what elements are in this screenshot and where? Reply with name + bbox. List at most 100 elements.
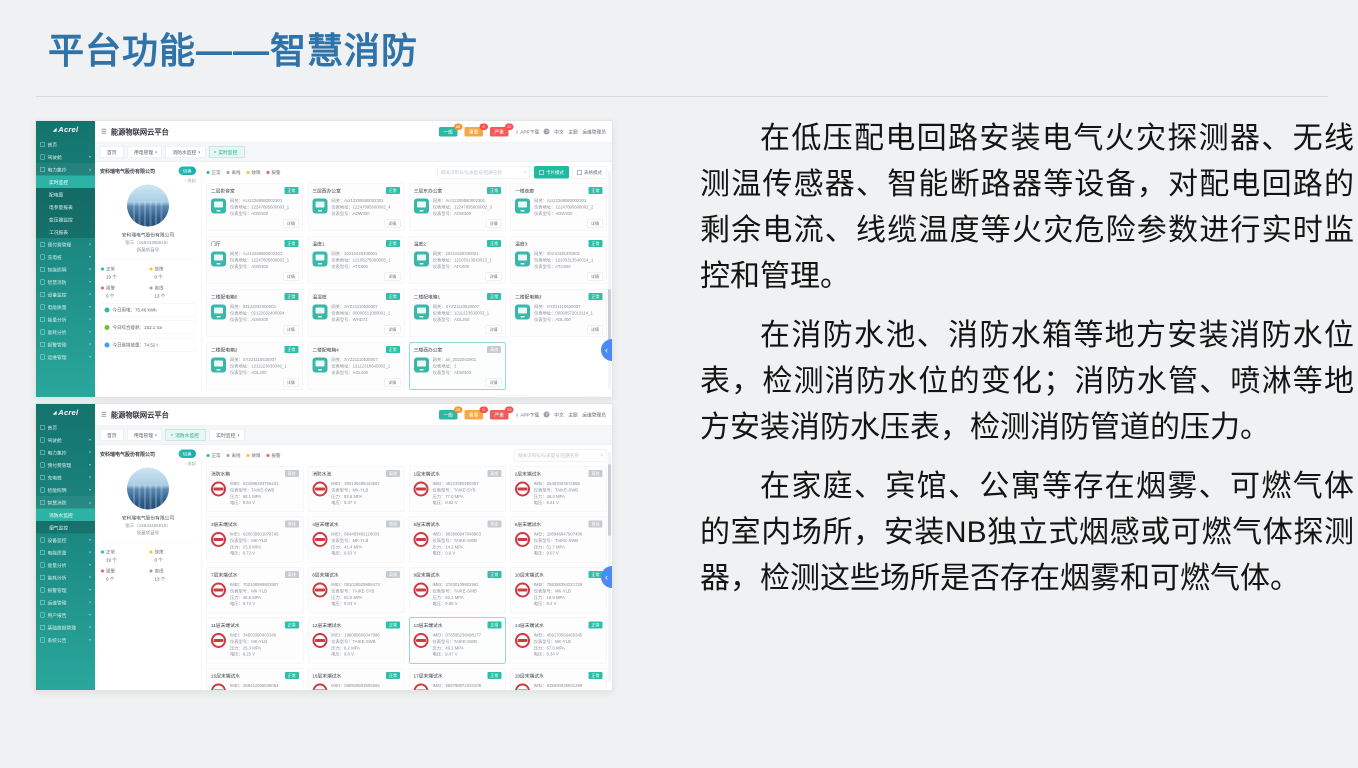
nav-tab[interactable]: 实时监控 ▾ bbox=[209, 429, 244, 441]
next-page-button[interactable]: › bbox=[561, 398, 568, 399]
sidebar-item[interactable]: 电参量报表 bbox=[36, 201, 95, 214]
water-device-card[interactable]: 15层末端试水 正常 IMEI：259412065839054 仪表型号：TAI… bbox=[207, 668, 304, 691]
sidebar-item[interactable]: 电能质量 ▾ bbox=[36, 546, 95, 559]
water-device-card[interactable]: 14层末端试水 正常 IMEI：409170566460345 仪表型号：MK-… bbox=[510, 618, 607, 664]
sidebar-item[interactable]: 报警管理 ▾ bbox=[36, 584, 95, 597]
device-card[interactable]: 二楼配电箱3 正常 网关：SYZ21110520007 仪表地址：0000057… bbox=[511, 289, 607, 337]
water-device-card[interactable]: 9层末端试水 正常 IMEI：27630109902962 仪表型号：TAIKE… bbox=[409, 567, 506, 613]
sidebar-item[interactable]: 设备监控 ▾ bbox=[36, 288, 95, 301]
language-link[interactable]: 中文 bbox=[554, 128, 564, 135]
nav-tab[interactable]: 用电管理 ▾ bbox=[127, 146, 162, 158]
user-menu[interactable]: 运维管理员 bbox=[582, 411, 606, 418]
device-card[interactable]: 三层西办公室 正常 网关：Acr12269580002301 仪表地址：1224… bbox=[308, 183, 404, 231]
detail-button[interactable]: 详情 bbox=[283, 220, 299, 228]
water-device-card[interactable]: 2层末端试水 离线 IMEI：25453303572685 仪表型号：TAIKE… bbox=[510, 466, 607, 512]
page-number[interactable]: 1 bbox=[540, 398, 547, 399]
device-card[interactable]: 二楼配电箱2 正常 网关：SYZ21110520007 仪表地址：1211223… bbox=[207, 342, 303, 390]
water-device-card[interactable]: 11层末端试水 正常 IMEI：34503390403346 仪表型号：MK-Y… bbox=[207, 618, 304, 664]
water-device-card[interactable]: 3层末端试水 离线 IMEI：620039501978745 仪表型号：MK-Y… bbox=[207, 517, 304, 563]
theme-link[interactable]: 主题 bbox=[568, 128, 578, 135]
detail-button[interactable]: 详情 bbox=[283, 273, 299, 281]
menu-toggle-icon[interactable]: ☰ bbox=[101, 411, 107, 419]
detail-button[interactable]: 详情 bbox=[283, 326, 299, 334]
sidebar-item[interactable]: 能耗分析 ▾ bbox=[36, 326, 95, 339]
detail-button[interactable]: 详情 bbox=[587, 273, 603, 281]
detail-button[interactable]: 详情 bbox=[587, 220, 603, 228]
sidebar-item[interactable]: 消防水监控 bbox=[36, 509, 95, 522]
device-card[interactable]: 二楼配电箱5 正常 网关：02122032400004 仪表地址：0212203… bbox=[207, 289, 303, 337]
sidebar-item[interactable]: 电力集抄 ▴ bbox=[36, 163, 95, 176]
alarm-badge[interactable]: 严重 13 bbox=[490, 410, 509, 420]
device-card[interactable]: 二楼配电箱1 正常 网关：SYZ21110520007 仪表地址：1211223… bbox=[409, 289, 505, 337]
device-card[interactable]: 一楼走廊 正常 网关：Acr12269580002301 仪表地址：122478… bbox=[511, 183, 607, 231]
detail-button[interactable]: 详情 bbox=[486, 326, 502, 334]
scrollbar-thumb[interactable] bbox=[608, 464, 611, 536]
sidebar-item[interactable]: 智能照明 ▾ bbox=[36, 484, 95, 497]
sidebar-item[interactable]: 驾驶舱 ▾ bbox=[36, 151, 95, 164]
device-card[interactable]: 温湿度 正常 网关：SYZ21110520007 仪表地址：0000051108… bbox=[308, 289, 404, 337]
nav-tab[interactable]: 首页 bbox=[100, 146, 124, 158]
sidebar-item[interactable]: 充电桩 ▾ bbox=[36, 471, 95, 484]
sidebar-item[interactable]: 能量分析 ▾ bbox=[36, 559, 95, 572]
sidebar-item[interactable]: 能量分析 ▾ bbox=[36, 313, 95, 326]
alarm-badge[interactable]: 一般 35 bbox=[439, 410, 458, 420]
water-device-card[interactable]: 消防水池 离线 IMEI：200139488443567 仪表型号：MK-YLB… bbox=[308, 466, 405, 512]
device-card[interactable]: 温度3 正常 网关：20210425330001 仪表地址：1210531354… bbox=[511, 236, 607, 284]
page-number[interactable]: 2 bbox=[550, 398, 557, 399]
tab-close-icon[interactable]: × bbox=[214, 150, 217, 155]
device-card[interactable]: 二层影音室 正常 网关：Acr12269580002301 仪表地址：12247… bbox=[207, 183, 303, 231]
sidebar-item[interactable]: 基础数据管理 ▾ bbox=[36, 621, 95, 634]
water-device-card[interactable]: 17层末端试水 正常 IMEI：859768972233108 仪表型号：MK-… bbox=[409, 668, 506, 691]
detail-button[interactable]: 详情 bbox=[486, 220, 502, 228]
sidebar-item[interactable]: 系统公告 ▾ bbox=[36, 634, 95, 647]
water-device-card[interactable]: 5层末端试水 离线 IMEI：993600947046963 仪表型号：TAIK… bbox=[409, 517, 506, 563]
app-download-link[interactable]: ⇩ APP下载 bbox=[515, 128, 539, 135]
detail-button[interactable]: 详情 bbox=[384, 273, 400, 281]
view-mode-button[interactable]: 表格模式 bbox=[572, 166, 607, 179]
nav-tab[interactable]: 首页 bbox=[100, 429, 124, 441]
page-size-select[interactable]: 24条/页▾ bbox=[497, 395, 525, 398]
water-device-card[interactable]: 6层末端试水 离线 IMEI：186946947907406 仪表型号：TAIK… bbox=[510, 517, 607, 563]
detail-button[interactable]: 详情 bbox=[587, 326, 603, 334]
device-card[interactable]: 温度1 正常 网关：20210425330001 仪表地址：1210827506… bbox=[308, 236, 404, 284]
detail-button[interactable]: 详情 bbox=[384, 379, 400, 387]
sidebar-item[interactable]: 报警管理 ▾ bbox=[36, 338, 95, 351]
collapse-link[interactable]: ‹ 收起 bbox=[100, 178, 196, 184]
sidebar-item[interactable]: 运维管理 ▾ bbox=[36, 351, 95, 364]
sidebar-item[interactable]: 实时监控 bbox=[36, 176, 95, 189]
device-card[interactable]: 三楼西办公室 离线 网关：air_2022042901 仪表地址：3 仪表型号：… bbox=[409, 342, 505, 390]
search-input[interactable]: 网关识别号/仪表型号/回路名称 ⌕ bbox=[514, 449, 607, 462]
help-icon[interactable]: ? bbox=[544, 412, 550, 418]
sidebar-item[interactable]: 工况报表 bbox=[36, 226, 95, 239]
water-device-card[interactable]: 消防水箱 离线 IMEI：521696283756431 仪表型号：TAIKE-… bbox=[207, 466, 304, 512]
detail-button[interactable]: 详情 bbox=[384, 220, 400, 228]
water-device-card[interactable]: 4层末端试水 离线 IMEI：864493492118003 仪表型号：MK-Y… bbox=[308, 517, 405, 563]
device-card[interactable]: 温度2 正常 网关：20210425330001 仪表地址：1210531354… bbox=[409, 236, 505, 284]
user-menu[interactable]: 运维管理员 bbox=[582, 128, 606, 135]
menu-toggle-icon[interactable]: ☰ bbox=[101, 128, 107, 136]
sidebar-item[interactable]: 预付费管理 ▾ bbox=[36, 238, 95, 251]
view-mode-button[interactable]: 卡片模式 bbox=[534, 166, 569, 179]
detail-button[interactable]: 详情 bbox=[486, 379, 502, 387]
alarm-badge[interactable]: 一般 86 bbox=[439, 127, 458, 137]
tab-close-icon[interactable]: × bbox=[171, 433, 174, 438]
detail-button[interactable]: 详情 bbox=[283, 379, 299, 387]
water-device-card[interactable]: 13层末端试水 正常 IMEI：078595238498177 仪表型号：TAI… bbox=[409, 618, 506, 664]
sidebar-item[interactable]: 电力集抄 ▾ bbox=[36, 446, 95, 459]
prev-page-button[interactable]: ‹ bbox=[529, 398, 536, 399]
nav-tab[interactable]: 用电管理 ▾ bbox=[127, 429, 162, 441]
sidebar-item[interactable]: 能耗分析 ▾ bbox=[36, 571, 95, 584]
sidebar-item[interactable]: 设备监控 ▾ bbox=[36, 534, 95, 547]
sidebar-item[interactable]: 预付费管理 ▾ bbox=[36, 459, 95, 472]
app-download-link[interactable]: ⇩ APP下载 bbox=[515, 411, 539, 418]
sidebar-item[interactable]: 运维管理 ▾ bbox=[36, 596, 95, 609]
sidebar-item[interactable]: 智慧消防 ▴ bbox=[36, 496, 95, 509]
water-device-card[interactable]: 7层末端试水 离线 IMEI：702108995803907 仪表型号：MK-Y… bbox=[207, 567, 304, 613]
sidebar-item[interactable]: 电能质量 ▾ bbox=[36, 301, 95, 314]
water-device-card[interactable]: 1层末端试水 离线 IMEI：45223390250357 仪表型号：TAIKE… bbox=[409, 466, 506, 512]
device-card[interactable]: 门厅 正常 网关：Acr12269580002301 仪表地址：12247895… bbox=[207, 236, 303, 284]
alarm-badge[interactable]: 严重 12 bbox=[490, 127, 509, 137]
device-card[interactable]: 三层东办公室 正常 网关：Acr12269580002301 仪表地址：1224… bbox=[409, 183, 505, 231]
alarm-badge[interactable]: 重要 0 bbox=[464, 410, 483, 420]
switch-button[interactable]: 切换 bbox=[178, 167, 196, 176]
